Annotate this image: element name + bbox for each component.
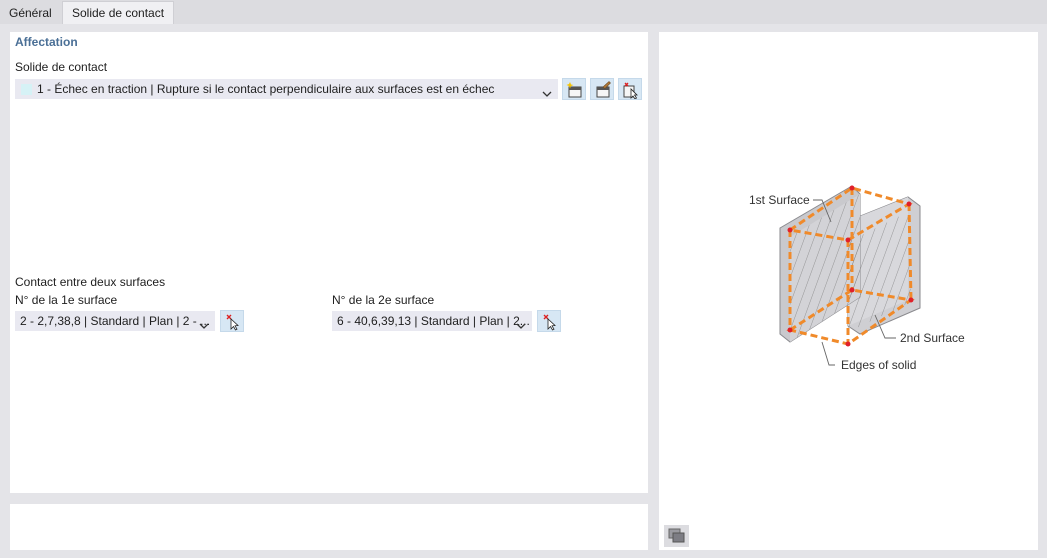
contact-solid-label: Solide de contact xyxy=(15,60,108,74)
surface1-value: 2 - 2,7,38,8 | Standard | Plan | 2 - ... xyxy=(20,314,211,328)
pick-surface1-button[interactable] xyxy=(220,310,244,332)
tab-general[interactable]: Général xyxy=(0,2,61,24)
edit-solid-button[interactable] xyxy=(590,78,614,100)
first-surface-label: 1st Surface xyxy=(749,193,810,207)
surface2-label: N° de la 2e surface xyxy=(332,293,435,307)
surface2-select[interactable]: 6 - 40,6,39,13 | Standard | Plan | 2... xyxy=(332,311,532,331)
new-solid-button[interactable] xyxy=(562,78,586,100)
view-options-icon xyxy=(668,528,685,543)
surface1-select[interactable]: 2 - 2,7,38,8 | Standard | Plan | 2 - ... xyxy=(15,311,215,331)
pick-surface-icon xyxy=(543,314,556,331)
contact-solid-value: 1 - Échec en traction | Rupture si le co… xyxy=(37,82,495,96)
pick-surface-icon xyxy=(226,314,239,331)
tab-contact-solid[interactable]: Solide de contact xyxy=(62,1,175,24)
edges-label: Edges of solid xyxy=(841,358,916,372)
chevron-down-icon xyxy=(199,317,209,330)
pick-icon xyxy=(623,82,638,99)
diagram-panel: 1st Surface 2nd Surface Edges of solid xyxy=(659,32,1038,550)
contact-surfaces-label: Contact entre deux surfaces xyxy=(15,275,166,289)
second-surface-label: 2nd Surface xyxy=(900,331,965,345)
view-options-button[interactable] xyxy=(664,525,689,547)
comment-panel[interactable] xyxy=(10,504,648,550)
contact-solid-select[interactable]: 1 - Échec en traction | Rupture si le co… xyxy=(15,79,558,99)
new-icon xyxy=(566,82,582,98)
edit-icon xyxy=(596,81,611,98)
pick-solid-button[interactable] xyxy=(618,78,642,100)
chevron-down-icon xyxy=(516,317,526,330)
tab-bar: Général Solide de contact xyxy=(0,0,1047,24)
color-swatch xyxy=(21,84,32,95)
contact-solid-diagram: 1st Surface 2nd Surface Edges of solid xyxy=(749,185,965,372)
assignment-panel: Affectation Solide de contact 1 - Échec … xyxy=(10,32,648,493)
surface1-label: N° de la 1e surface xyxy=(15,293,118,307)
section-title: Affectation xyxy=(15,35,78,49)
surface2-value: 6 - 40,6,39,13 | Standard | Plan | 2... xyxy=(337,314,530,328)
pick-surface2-button[interactable] xyxy=(537,310,561,332)
chevron-down-icon xyxy=(542,85,552,98)
